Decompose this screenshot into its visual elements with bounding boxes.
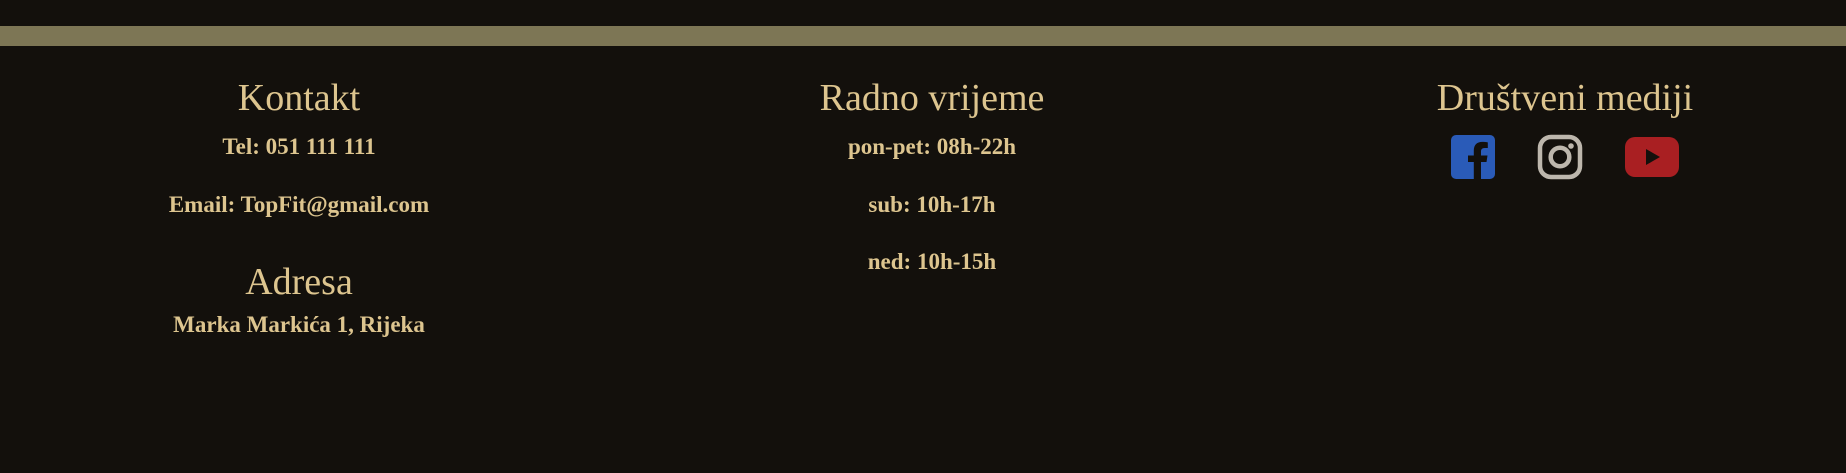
address-heading: Adresa — [245, 261, 353, 303]
hours-sunday: ned: 10h-15h — [867, 249, 997, 274]
email-text: Email: TopFit@gmail.com — [168, 192, 430, 217]
youtube-link[interactable] — [1625, 137, 1679, 177]
social-icons-row — [1360, 134, 1770, 180]
instagram-link[interactable] — [1537, 134, 1583, 180]
hours-weekdays: pon-pet: 08h-22h — [847, 134, 1017, 159]
facebook-icon — [1451, 135, 1495, 179]
instagram-icon — [1537, 134, 1583, 180]
social-media-heading: Društveni mediji — [1436, 77, 1694, 119]
contact-heading: Kontakt — [237, 77, 361, 119]
phone-text: Tel: 051 111 111 — [222, 134, 376, 159]
facebook-link[interactable] — [1451, 135, 1495, 179]
working-hours-heading: Radno vrijeme — [819, 77, 1045, 119]
footer-top-divider — [0, 26, 1846, 46]
hours-saturday: sub: 10h-17h — [868, 192, 996, 217]
contact-section: Kontakt Tel: 051 111 111 Email: TopFit@g… — [94, 72, 504, 340]
youtube-icon — [1625, 137, 1679, 177]
working-hours-section: Radno vrijeme pon-pet: 08h-22h sub: 10h-… — [727, 72, 1137, 277]
social-media-section: Društveni mediji — [1360, 72, 1770, 180]
address-text: Marka Markića 1, Rijeka — [173, 312, 425, 337]
